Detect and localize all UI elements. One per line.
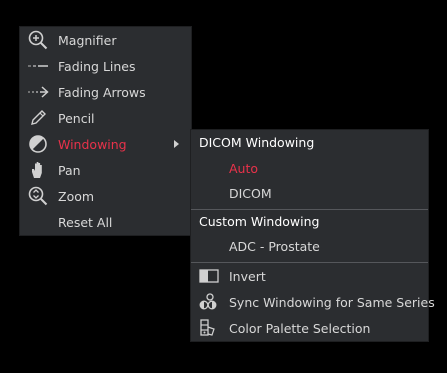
zoom-icon	[27, 186, 49, 206]
magnifier-icon	[27, 30, 49, 50]
menu-item-label: Reset All	[58, 214, 113, 230]
menu-item-zoom[interactable]: Zoom	[20, 183, 191, 209]
pencil-icon	[27, 108, 49, 128]
menu-item-label: Pan	[58, 162, 81, 178]
menu-item-magnifier[interactable]: Magnifier	[20, 27, 191, 53]
menu-item-fading-lines[interactable]: Fading Lines	[20, 53, 191, 79]
color-palette-icon	[199, 319, 219, 337]
windowing-icon	[27, 134, 49, 154]
menu-item-label: Fading Arrows	[58, 84, 146, 100]
fading-arrow-icon	[27, 82, 49, 102]
menu-item-label: Pencil	[58, 110, 95, 126]
menu-item-label: Fading Lines	[58, 58, 136, 74]
separator	[191, 209, 428, 210]
windowing-submenu: DICOM Windowing Auto DICOM Custom Window…	[191, 130, 435, 341]
separator	[191, 262, 428, 263]
submenu-item-adc-prostate[interactable]: ADC - Prostate	[229, 239, 320, 254]
submenu-arrow-icon	[174, 140, 179, 148]
fading-lines-icon	[27, 56, 49, 76]
submenu-item-color-palette[interactable]: Color Palette Selection	[229, 321, 370, 336]
menu-item-fading-arrows[interactable]: Fading Arrows	[20, 79, 191, 105]
submenu-item-invert[interactable]: Invert	[229, 269, 266, 284]
dicom-windowing-header: DICOM Windowing	[199, 135, 315, 150]
menu-item-windowing[interactable]: Windowing	[20, 131, 191, 157]
submenu-item-auto[interactable]: Auto	[229, 161, 258, 176]
menu-item-pencil[interactable]: Pencil	[20, 105, 191, 131]
menu-item-pan[interactable]: Pan	[20, 157, 191, 183]
menu-item-label: Zoom	[58, 188, 95, 204]
tool-context-menu: Magnifier Fading Lines Fading Arrows Pen…	[20, 27, 191, 235]
submenu-item-sync-windowing[interactable]: Sync Windowing for Same Series	[229, 295, 435, 310]
hand-icon	[27, 160, 49, 180]
menu-item-label: Magnifier	[58, 32, 117, 48]
sync-link-icon	[199, 293, 219, 311]
invert-icon	[199, 267, 219, 285]
menu-item-label: Windowing	[58, 136, 127, 152]
custom-windowing-header: Custom Windowing	[199, 214, 320, 229]
submenu-item-dicom[interactable]: DICOM	[229, 186, 272, 201]
menu-item-reset-all[interactable]: Reset All	[20, 209, 191, 235]
